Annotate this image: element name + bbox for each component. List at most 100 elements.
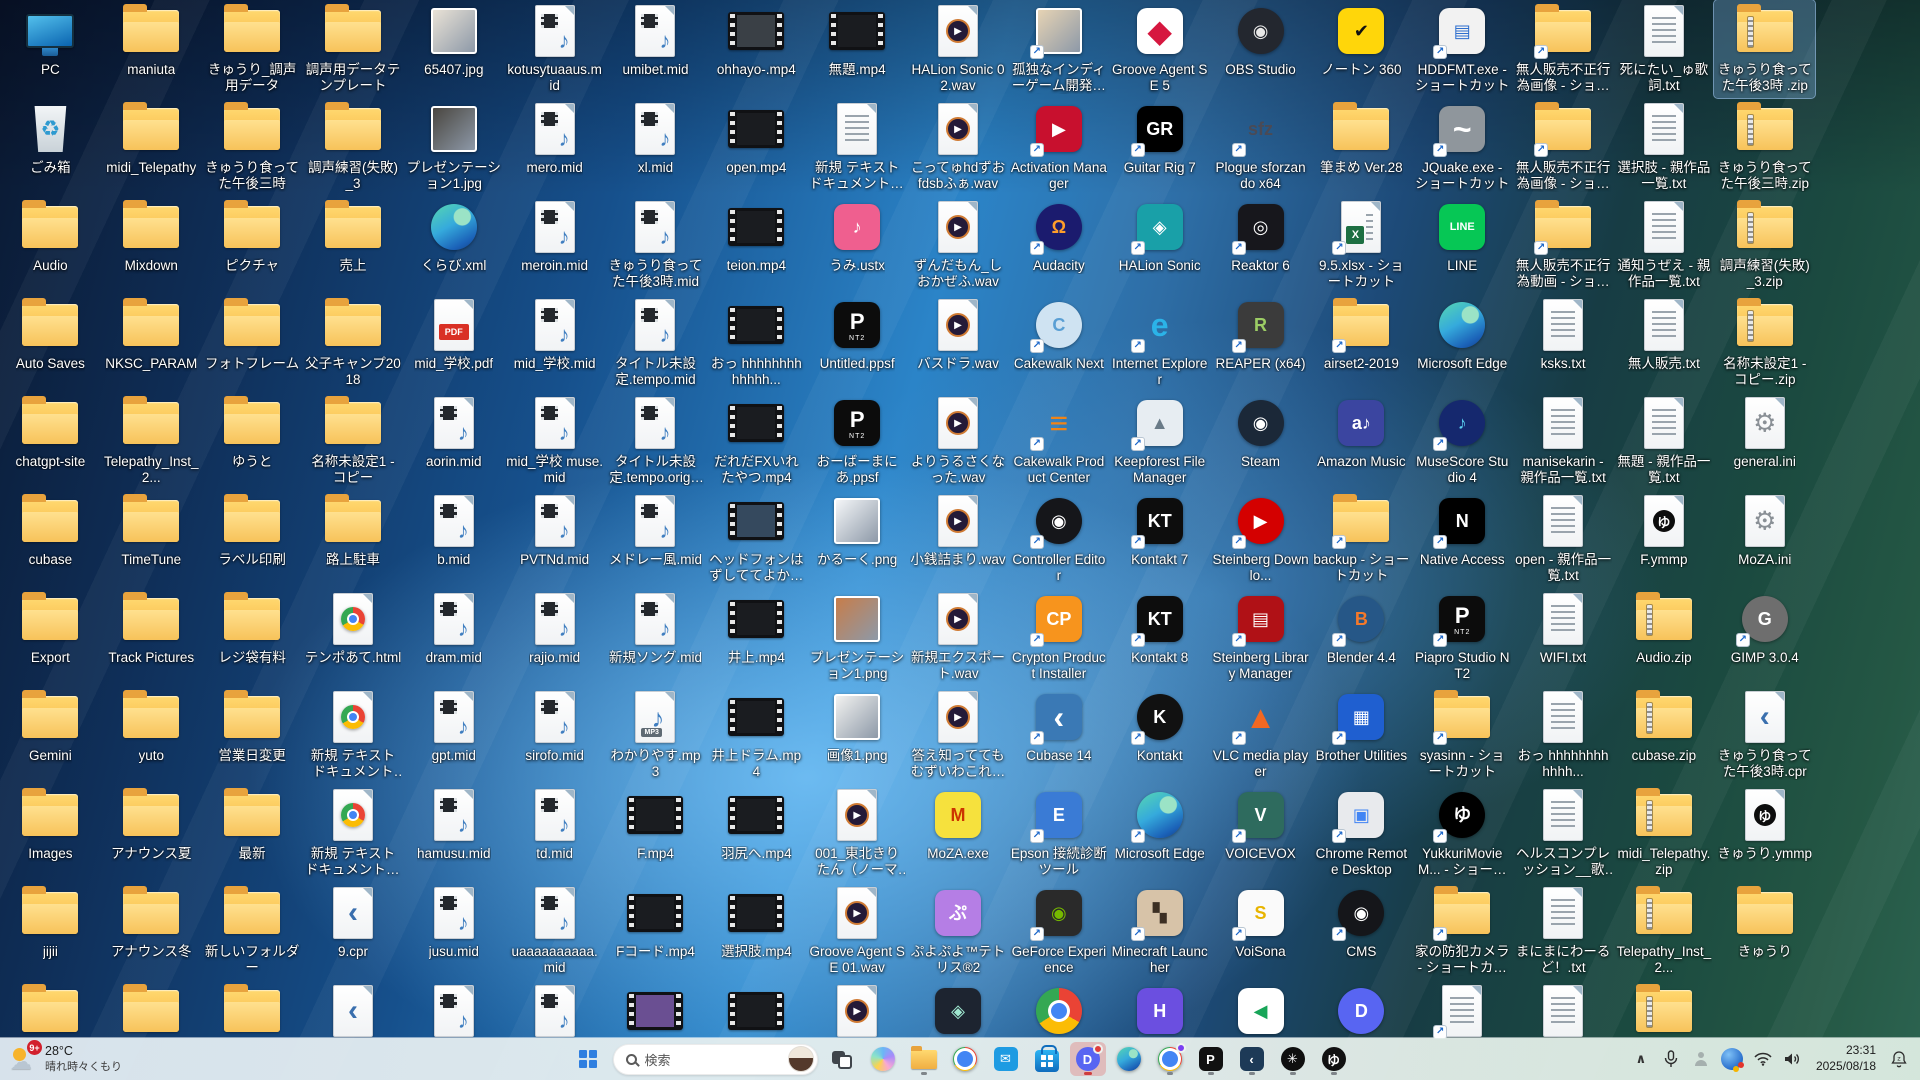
desktop-icon[interactable]: 調声練習(失敗)_3.zip bbox=[1714, 196, 1815, 294]
desktop-icon[interactable]: ゆ F.ymmp bbox=[1614, 490, 1715, 588]
desktop-icon[interactable]: ♪ タイトル未設定.tempo.mid bbox=[605, 294, 706, 392]
desktop-icon[interactable]: きゅうり_調声用データ bbox=[202, 0, 303, 98]
desktop-icon[interactable]: ◆ Groove Agent SE 5 bbox=[1109, 0, 1210, 98]
desktop-icon[interactable]: NKSC_PARAM bbox=[101, 294, 202, 392]
desktop-icon[interactable]: KT ↗ Kontakt 8 bbox=[1109, 588, 1210, 686]
desktop-icon[interactable]: ⚙ general.ini bbox=[1714, 392, 1815, 490]
desktop-icon[interactable]: Track Pictures bbox=[101, 588, 202, 686]
desktop-icon[interactable]: ↗ 孤独なインディーゲーム開発者の一生 ... bbox=[1008, 0, 1109, 98]
desktop-icon[interactable]: ヘッドフォンはずしててよかっt.mp4 bbox=[706, 490, 807, 588]
taskbar-ymm4-button[interactable]: ゆ bbox=[1316, 1042, 1352, 1076]
taskbar-copilot-button[interactable] bbox=[865, 1042, 901, 1076]
desktop-icon[interactable]: KT ↗ Kontakt 7 bbox=[1109, 490, 1210, 588]
desktop-icon[interactable]: 路上駐車 bbox=[303, 490, 404, 588]
desktop-icon[interactable]: ~ ↗ JQuake.exe - ショートカット bbox=[1412, 98, 1513, 196]
start-button[interactable] bbox=[569, 1042, 607, 1076]
desktop-icon[interactable]: ▣ ↗ Chrome Remote Desktop bbox=[1311, 784, 1412, 882]
desktop-icon[interactable]: yuto bbox=[101, 686, 202, 784]
desktop-icon[interactable]: P NT2 Untitled.ppsf bbox=[807, 294, 908, 392]
desktop-icon[interactable]: ゆ↗YukkuriMovieM... - ショートカット bbox=[1412, 784, 1513, 882]
wifi-icon[interactable] bbox=[1750, 1042, 1776, 1076]
desktop-icon[interactable]: cubase bbox=[0, 490, 101, 588]
desktop-icon[interactable]: ♪ kotusytuaaus.mid bbox=[504, 0, 605, 98]
desktop-icon[interactable]: ▶ 小銭詰まり.wav bbox=[908, 490, 1009, 588]
desktop-icon[interactable]: だれだFXいれたやつ.mp4 bbox=[706, 392, 807, 490]
desktop-icon[interactable]: ♪ dram.mid bbox=[403, 588, 504, 686]
desktop-icon[interactable]: ゆきゅうり.ymmp bbox=[1714, 784, 1815, 882]
weather-widget[interactable]: ☁ 9+ 28°C 晴れ時々くもり bbox=[10, 1038, 122, 1080]
desktop-icon[interactable]: PDF mid_学校.pdf bbox=[403, 294, 504, 392]
desktop-icon[interactable]: ↗ 無人販売不正行為画像 - ショートカッ... bbox=[1513, 0, 1614, 98]
desktop-icon[interactable]: テンポあて.html bbox=[303, 588, 404, 686]
desktop-icon[interactable]: ▲ ↗ Keepforest File Manager bbox=[1109, 392, 1210, 490]
desktop-icon[interactable]: ヘルスコンプレッション__歌詞.txt bbox=[1513, 784, 1614, 882]
desktop-icon[interactable]: ♪ umibet.mid bbox=[605, 0, 706, 98]
desktop-icon[interactable]: まにまにわーるど！.txt bbox=[1513, 882, 1614, 980]
desktop-icon[interactable]: ▶ HALion Sonic 02.wav bbox=[908, 0, 1009, 98]
desktop-icon[interactable]: 無人販売.txt bbox=[1614, 294, 1715, 392]
desktop-icon[interactable]: おっ hhhhhhhhhhhhh... bbox=[706, 294, 807, 392]
desktop-icon[interactable]: 売上 bbox=[303, 196, 404, 294]
desktop-icon[interactable]: ピクチャ bbox=[202, 196, 303, 294]
desktop-icon[interactable]: midi_Telepathy bbox=[101, 98, 202, 196]
desktop-icon[interactable]: open.mp4 bbox=[706, 98, 807, 196]
desktop-icon[interactable]: B ↗ Blender 4.4 bbox=[1311, 588, 1412, 686]
desktop-icon[interactable]: ▶ こってゅhdずおfdsbふぁ.wav bbox=[908, 98, 1009, 196]
desktop-icon[interactable]: ♪ b.mid bbox=[403, 490, 504, 588]
desktop-icon[interactable]: 新規 テキスト ドキュメント.html bbox=[303, 784, 404, 882]
desktop-icon[interactable]: ▤ ↗ Steinberg Library Manager bbox=[1210, 588, 1311, 686]
desktop-icon[interactable]: sfz ↗ Plogue sforzando x64 bbox=[1210, 98, 1311, 196]
desktop-icon[interactable]: レジ袋有料 bbox=[202, 588, 303, 686]
desktop-icon[interactable]: ♪ mid_学校.mid bbox=[504, 294, 605, 392]
background-app-icon[interactable] bbox=[1688, 1042, 1714, 1076]
desktop-icon[interactable]: ksks.txt bbox=[1513, 294, 1614, 392]
desktop-icon[interactable]: 65407.jpg bbox=[403, 0, 504, 98]
desktop-icon[interactable]: 井上.mp4 bbox=[706, 588, 807, 686]
desktop-icon[interactable]: ♪ xl.mid bbox=[605, 98, 706, 196]
desktop-icon[interactable]: X ↗ 9.5.xlsx - ショートカット bbox=[1311, 196, 1412, 294]
desktop-icon[interactable]: ♪ mid_学校 muse.mid bbox=[504, 392, 605, 490]
desktop-icon[interactable]: ↗ airset2-2019 bbox=[1311, 294, 1412, 392]
desktop-icon[interactable]: ◈ ↗ HALion Sonic bbox=[1109, 196, 1210, 294]
desktop-icon[interactable]: ✔ ノートン 360 bbox=[1311, 0, 1412, 98]
desktop-icon[interactable]: 筆まめ Ver.28 bbox=[1311, 98, 1412, 196]
desktop-icon[interactable]: PC bbox=[0, 0, 101, 98]
desktop-icon[interactable]: 最新 bbox=[202, 784, 303, 882]
microphone-icon[interactable] bbox=[1658, 1042, 1684, 1076]
desktop-icon[interactable]: ↗ 無人販売不正行為動画 - ショートカット bbox=[1513, 196, 1614, 294]
desktop-icon[interactable]: ▤ ↗ HDDFMT.exe - ショートカット bbox=[1412, 0, 1513, 98]
desktop-icon[interactable]: ♻ ごみ箱 bbox=[0, 98, 101, 196]
search-input[interactable]: 検索 bbox=[612, 1043, 818, 1075]
desktop-icon[interactable]: きゅうり食ってた午後三時 bbox=[202, 98, 303, 196]
desktop-icon[interactable]: Microsoft Edge bbox=[1412, 294, 1513, 392]
taskbar-chrome-profile-button[interactable] bbox=[1152, 1042, 1188, 1076]
desktop-icon[interactable]: ♪ mero.mid bbox=[504, 98, 605, 196]
desktop-icon[interactable]: ▶ 001_東北きりたん（ノーマル）_今じゃ... bbox=[807, 784, 908, 882]
desktop-icon[interactable]: 選択肢 - 親作品一覧.txt bbox=[1614, 98, 1715, 196]
taskbar-task-view-button[interactable] bbox=[824, 1042, 860, 1076]
desktop-icon[interactable]: ‹ 9.cpr bbox=[303, 882, 404, 980]
desktop-icon[interactable]: ♪ うみ.ustx bbox=[807, 196, 908, 294]
desktop-icon[interactable]: ▶ よりうるさくなった.wav bbox=[908, 392, 1009, 490]
desktop-icon[interactable]: G ↗ GIMP 3.0.4 bbox=[1714, 588, 1815, 686]
desktop-icon[interactable]: 新しいフォルダー bbox=[202, 882, 303, 980]
desktop-icon[interactable]: ↗ 無人販売不正行為画像 - ショートカット bbox=[1513, 98, 1614, 196]
desktop-icon[interactable]: ♪ meroin.mid bbox=[504, 196, 605, 294]
desktop-icon[interactable]: ▶ ずんだもん_しおかぜふ.wav bbox=[908, 196, 1009, 294]
desktop-icon[interactable]: きゅうり食ってた午後3時 .zip bbox=[1713, 0, 1817, 99]
desktop-icon[interactable]: ♪ aorin.mid bbox=[403, 392, 504, 490]
desktop-icon[interactable]: 調声練習(失敗)_3 bbox=[303, 98, 404, 196]
desktop-icon[interactable]: 営業日変更 bbox=[202, 686, 303, 784]
desktop-icon[interactable]: Audio bbox=[0, 196, 101, 294]
desktop-icon[interactable]: おっ hhhhhhhhhhhh... bbox=[1513, 686, 1614, 784]
desktop-icon[interactable]: K ↗ Kontakt bbox=[1109, 686, 1210, 784]
volume-icon[interactable] bbox=[1780, 1042, 1806, 1076]
desktop-icon[interactable]: midi_Telepathy.zip bbox=[1614, 784, 1715, 882]
desktop-icon[interactable]: maniuta bbox=[101, 0, 202, 98]
desktop-icon[interactable]: Audio.zip bbox=[1614, 588, 1715, 686]
taskbar-discord-button[interactable]: D bbox=[1069, 1042, 1106, 1076]
desktop-icon[interactable]: N ↗ Native Access bbox=[1412, 490, 1513, 588]
desktop-icon[interactable]: ◉ ↗ Controller Editor bbox=[1008, 490, 1109, 588]
desktop-icon[interactable]: ▶ バスドラ.wav bbox=[908, 294, 1009, 392]
desktop-icon[interactable]: CP ↗ Crypton Product Installer bbox=[1008, 588, 1109, 686]
